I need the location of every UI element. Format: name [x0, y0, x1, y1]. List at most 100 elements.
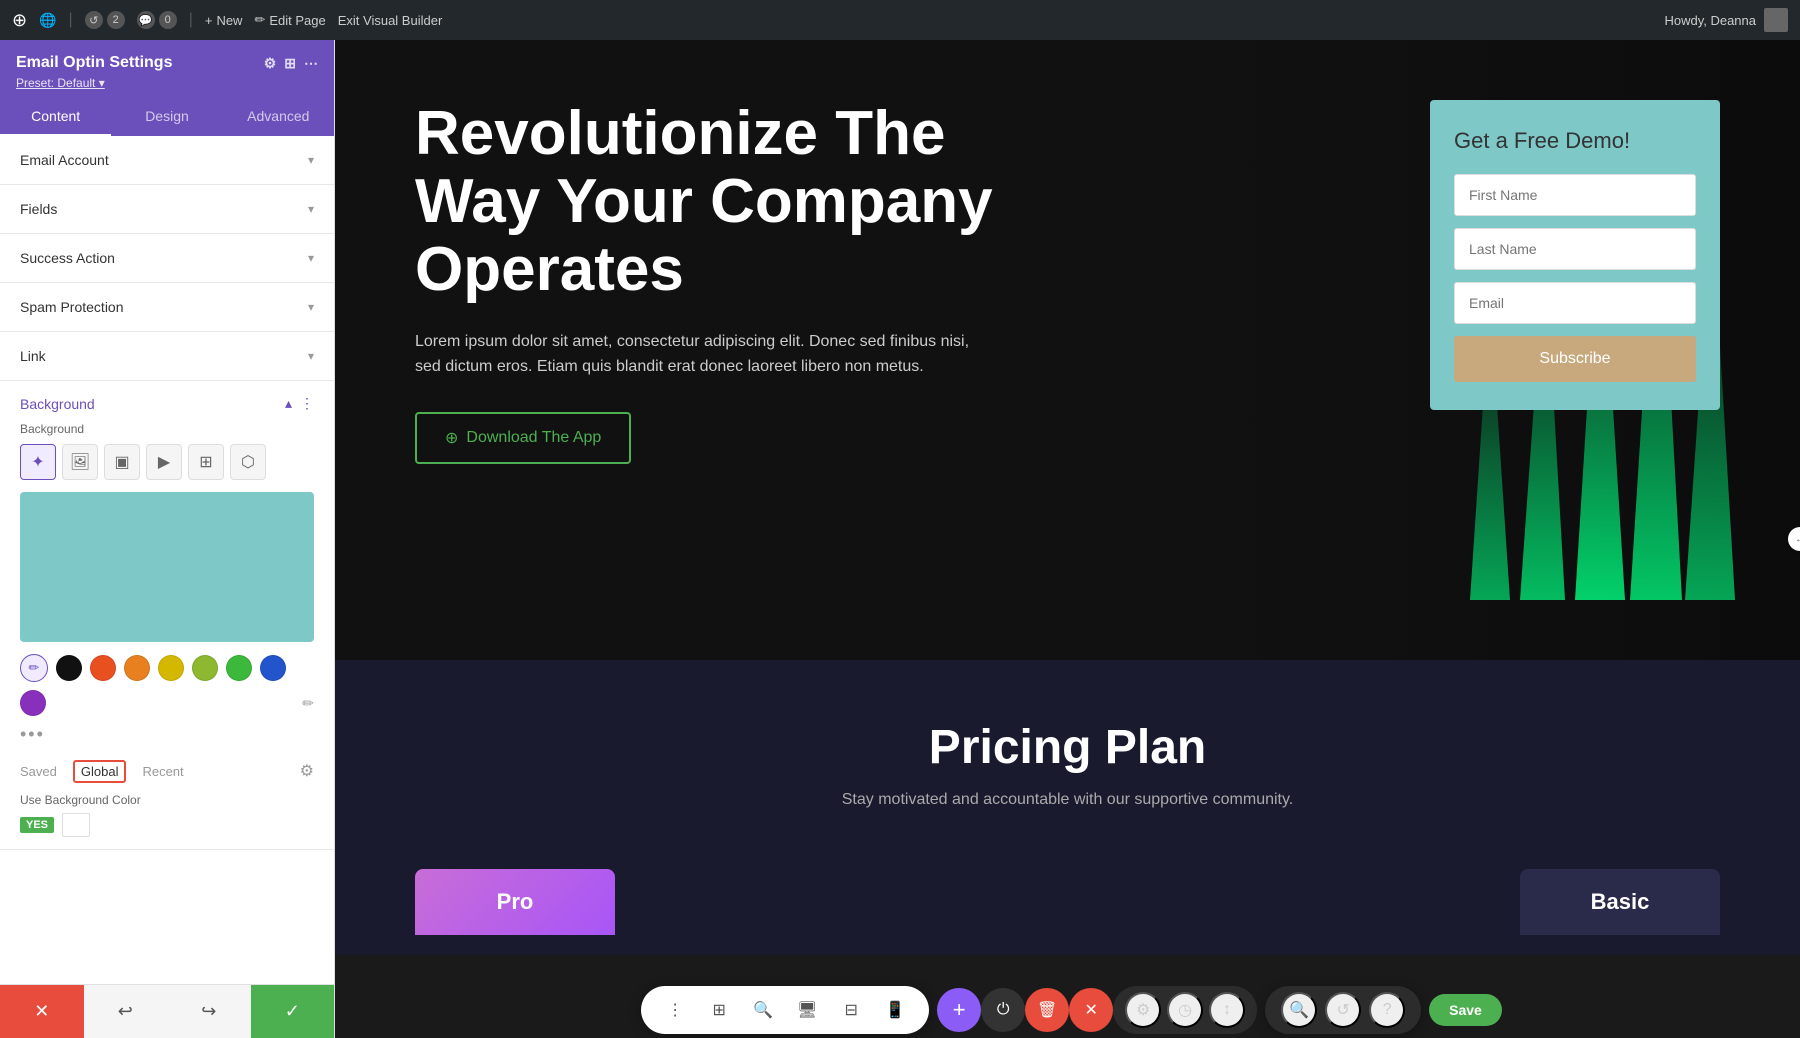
toolbar-mobile-button[interactable]: 📱	[877, 992, 913, 1028]
panel-title-row: Email Optin Settings ⚙ ⊞ ⋯	[16, 54, 318, 72]
pattern-icon: ⊞	[199, 452, 212, 472]
right-content: ↔	[335, 40, 1800, 1038]
toolbar-more-button[interactable]: ⋮	[657, 992, 693, 1028]
toolbar-search-button[interactable]: 🔍	[745, 992, 781, 1028]
redo-button[interactable]: ↪	[167, 985, 251, 1038]
swatch-black[interactable]	[56, 655, 82, 681]
revisions-counter[interactable]: ↺ 2	[85, 11, 125, 29]
new-page-button[interactable]: + New	[205, 13, 243, 28]
toolbar-history-button[interactable]: ◷	[1167, 992, 1203, 1028]
background-section-icons: ▴ ⋮	[285, 395, 314, 412]
last-name-field[interactable]	[1454, 228, 1696, 270]
color-tab-recent[interactable]: Recent	[142, 764, 183, 779]
toolbar-tablet-button[interactable]: ⊟	[833, 992, 869, 1028]
eyedropper-button[interactable]: ✏	[20, 654, 48, 682]
first-name-field[interactable]	[1454, 174, 1696, 216]
bg-type-mask-button[interactable]: ⬡	[230, 444, 266, 480]
swatch-blue[interactable]	[260, 655, 286, 681]
background-more-icon[interactable]: ⋮	[300, 395, 314, 412]
pricing-section: Pricing Plan Stay motivated and accounta…	[335, 660, 1800, 869]
download-app-button[interactable]: ⊕ Download The App	[415, 412, 631, 464]
undo-button[interactable]: ↩	[84, 985, 168, 1038]
email-field[interactable]	[1454, 282, 1696, 324]
save-button[interactable]: Save	[1429, 994, 1502, 1026]
subscribe-button[interactable]: Subscribe	[1454, 336, 1696, 382]
comments-counter[interactable]: 💬 0	[137, 11, 177, 29]
toolbar-right-group: ⚙ ◷ ↕	[1113, 986, 1257, 1034]
optin-form-card: Get a Free Demo! Subscribe	[1430, 100, 1720, 410]
bg-type-video-button[interactable]: ▶	[146, 444, 182, 480]
toolbar-layout-button[interactable]: ↕	[1209, 992, 1245, 1028]
chevron-up-icon[interactable]: ▴	[285, 395, 292, 412]
chevron-down-icon: ▾	[308, 300, 314, 314]
close-icon: ✕	[34, 1001, 49, 1022]
pro-label: Pro	[497, 889, 534, 914]
swatch-orange[interactable]	[124, 655, 150, 681]
bg-type-pattern-button[interactable]: ⊞	[188, 444, 224, 480]
toolbar-grid-button[interactable]: ⊞	[701, 992, 737, 1028]
top-bar-right: Howdy, Deanna	[1664, 8, 1788, 32]
toolbar-close-button[interactable]: ✕	[1069, 988, 1113, 1032]
swatch-green[interactable]	[226, 655, 252, 681]
accordion-header-link[interactable]: Link ▾	[0, 332, 334, 380]
pro-card[interactable]: Pro	[415, 869, 615, 935]
toolbar-help-button[interactable]: ?	[1369, 992, 1405, 1028]
toolbar-search2-button[interactable]: 🔍	[1281, 992, 1317, 1028]
panel-settings-icon[interactable]: ⚙	[264, 55, 277, 72]
yes-toggle-button[interactable]: YES	[20, 817, 54, 833]
accordion-header-fields[interactable]: Fields ▾	[0, 185, 334, 233]
chevron-down-icon: ▾	[308, 251, 314, 265]
color-settings-icon[interactable]: ⚙	[300, 761, 314, 781]
accordion-header-success-action[interactable]: Success Action ▾	[0, 234, 334, 282]
bg-type-none-button[interactable]: ✦	[20, 444, 56, 480]
background-section-title[interactable]: Background	[20, 396, 95, 412]
accordion-label-link: Link	[20, 348, 46, 364]
site-icon[interactable]: 🌐	[39, 12, 56, 29]
exit-visual-builder-button[interactable]: Exit Visual Builder	[338, 13, 443, 28]
toolbar-settings-button[interactable]: ⚙	[1125, 992, 1161, 1028]
chevron-down-icon: ▾	[308, 349, 314, 363]
toolbar-add-button[interactable]: +	[937, 988, 981, 1032]
tab-content[interactable]: Content	[0, 98, 111, 136]
color-tab-global[interactable]: Global	[73, 764, 127, 779]
bg-color-small-swatch[interactable]	[62, 813, 90, 837]
cancel-button[interactable]: ✕	[0, 985, 84, 1038]
panel-header: Email Optin Settings ⚙ ⊞ ⋯ Preset: Defau…	[0, 40, 334, 98]
accordion-label-success-action: Success Action	[20, 250, 115, 266]
background-section-header: Background ▴ ⋮	[0, 381, 334, 422]
panel-more-icon[interactable]: ⋯	[304, 55, 318, 72]
bg-type-image-button[interactable]: 🖼	[62, 444, 98, 480]
wordpress-logo-icon[interactable]: ⊕	[12, 10, 27, 31]
gradient-icon: ▣	[114, 452, 129, 472]
toolbar-delete-button[interactable]: 🗑	[1025, 988, 1069, 1032]
swatch-yellow[interactable]	[158, 655, 184, 681]
basic-card[interactable]: Basic	[1520, 869, 1720, 935]
panel-title-icons: ⚙ ⊞ ⋯	[264, 55, 318, 72]
pricing-title: Pricing Plan	[415, 720, 1720, 775]
accordion-header-email-account[interactable]: Email Account ▾	[0, 136, 334, 184]
pencil-icon[interactable]: ✏	[302, 695, 314, 712]
accordion-email-account: Email Account ▾	[0, 136, 334, 185]
panel-layout-icon[interactable]: ⊞	[284, 55, 296, 72]
swatch-purple[interactable]	[20, 690, 46, 716]
color-tab-saved[interactable]: Saved	[20, 764, 57, 779]
chevron-down-icon: ▾	[308, 153, 314, 167]
bg-type-gradient-button[interactable]: ▣	[104, 444, 140, 480]
more-colors-button[interactable]: •••	[20, 724, 45, 744]
toolbar-refresh-button[interactable]: ↺	[1325, 992, 1361, 1028]
color-preview-swatch[interactable]	[20, 492, 314, 642]
accordion-header-spam-protection[interactable]: Spam Protection ▾	[0, 283, 334, 331]
preset-label[interactable]: Preset: Default ▾	[16, 76, 105, 90]
toolbar-power-button[interactable]: ⏻	[981, 988, 1025, 1032]
tab-design[interactable]: Design	[111, 98, 222, 136]
panel-title-text: Email Optin Settings	[16, 54, 172, 72]
hero-section: Revolutionize The Way Your Company Opera…	[335, 40, 1800, 660]
use-background-color-section: Use Background Color YES	[0, 793, 334, 849]
edit-page-button[interactable]: ✏ Edit Page	[254, 12, 325, 28]
toolbar-desktop-button[interactable]: 🖥	[789, 992, 825, 1028]
swatch-lime[interactable]	[192, 655, 218, 681]
swatch-red[interactable]	[90, 655, 116, 681]
confirm-button[interactable]: ✓	[251, 985, 335, 1038]
top-bar: ⊕ 🌐 | ↺ 2 💬 0 | + New ✏ Edit Page Exit V…	[0, 0, 1800, 40]
tab-advanced[interactable]: Advanced	[223, 98, 334, 136]
